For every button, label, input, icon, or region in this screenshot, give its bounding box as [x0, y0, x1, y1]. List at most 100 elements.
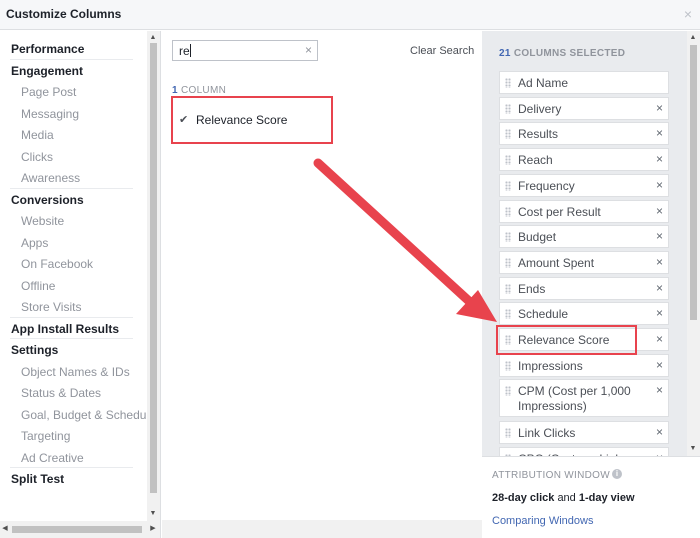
- sidebar-item-status-dates[interactable]: Status & Dates: [21, 386, 101, 400]
- remove-icon[interactable]: ×: [656, 281, 663, 295]
- selected-column-label: Reach: [518, 153, 553, 168]
- selected-vertical-scrollbar[interactable]: ▲ ▼: [687, 31, 700, 456]
- selected-column-cpc-cost-per-link-click[interactable]: CPC (Cost per Link Click)×: [499, 446, 669, 456]
- remove-icon[interactable]: ×: [656, 126, 663, 140]
- sidebar-category-app-install-results[interactable]: App Install Results: [11, 322, 119, 336]
- selected-count-number: 21: [499, 48, 511, 59]
- sidebar-divider: [10, 338, 133, 339]
- sidebar-category-performance[interactable]: Performance: [11, 42, 84, 56]
- drag-handle-icon[interactable]: [505, 206, 511, 217]
- sidebar-item-website[interactable]: Website: [21, 214, 64, 228]
- selected-column-impressions[interactable]: Impressions ×: [499, 353, 669, 377]
- drag-handle-icon[interactable]: [505, 180, 511, 191]
- sidebar-divider: [10, 467, 133, 468]
- scroll-up-arrow[interactable]: ▲: [688, 34, 698, 42]
- selected-column-ends[interactable]: Ends ×: [499, 276, 669, 300]
- sidebar-item-messaging[interactable]: Messaging: [21, 107, 79, 121]
- sidebar-item-media[interactable]: Media: [21, 128, 54, 142]
- sidebar-category-settings[interactable]: Settings: [11, 343, 58, 357]
- info-icon[interactable]: i: [612, 469, 622, 479]
- sidebar-category-split-test[interactable]: Split Test: [11, 472, 64, 486]
- sidebar-vertical-scrollbar[interactable]: ▲ ▼: [147, 31, 160, 521]
- sidebar-item-store-visits[interactable]: Store Visits: [21, 300, 81, 314]
- search-input[interactable]: re ×: [172, 40, 318, 61]
- scroll-right-arrow[interactable]: ▶: [148, 525, 158, 533]
- selected-column-delivery[interactable]: Delivery ×: [499, 96, 669, 120]
- remove-icon[interactable]: ×: [656, 101, 663, 115]
- drag-handle-icon[interactable]: [505, 129, 511, 140]
- comparing-windows-link[interactable]: Comparing Windows: [492, 515, 593, 527]
- selected-column-label: Link Clicks: [518, 425, 576, 440]
- sidebar-horizontal-scrollbar[interactable]: ◀ ▶: [0, 521, 160, 538]
- sidebar-item-object-names-ids[interactable]: Object Names & IDs: [21, 365, 130, 379]
- highlight-box: [496, 325, 637, 355]
- selected-column-label: Cost per Result: [518, 204, 601, 219]
- selected-column-cpm-cost-per-1-000-impressions[interactable]: CPM (Cost per 1,000 Impressions) ×: [499, 379, 669, 418]
- drag-handle-icon[interactable]: [505, 257, 511, 268]
- sidebar-item-page-post[interactable]: Page Post: [21, 85, 76, 99]
- remove-icon[interactable]: ×: [656, 358, 663, 372]
- selected-column-link-clicks[interactable]: Link Clicks ×: [499, 420, 669, 444]
- selected-column-label: Schedule: [518, 307, 569, 322]
- scroll-down-arrow[interactable]: ▼: [148, 510, 158, 518]
- selected-column-budget[interactable]: Budget ×: [499, 225, 669, 249]
- selected-column-results[interactable]: Results ×: [499, 122, 669, 146]
- drag-handle-icon[interactable]: [505, 427, 511, 438]
- search-value: re: [179, 44, 190, 58]
- sidebar-item-on-facebook[interactable]: On Facebook: [21, 257, 93, 271]
- selected-columns-panel: 21 COLUMNS SELECTED Ad Name Delivery × Resu…: [482, 31, 700, 538]
- sidebar-item-goal-budget-schedule[interactable]: Goal, Budget & Schedule: [21, 408, 147, 422]
- remove-icon[interactable]: ×: [656, 152, 663, 166]
- result-count-number: 1: [172, 85, 178, 96]
- category-list: Performance Engagement Page Post Messaging M…: [0, 31, 147, 521]
- selected-column-frequency[interactable]: Frequency ×: [499, 173, 669, 197]
- scroll-down-arrow[interactable]: ▼: [688, 445, 698, 453]
- remove-icon[interactable]: ×: [656, 306, 663, 320]
- sidebar-item-clicks[interactable]: Clicks: [21, 150, 53, 164]
- sidebar-item-ad-creative[interactable]: Ad Creative: [21, 451, 84, 465]
- drag-handle-icon[interactable]: [505, 360, 511, 371]
- selected-column-reach[interactable]: Reach ×: [499, 148, 669, 172]
- scroll-thumb[interactable]: [12, 526, 142, 533]
- selected-column-label: Ends: [518, 281, 546, 296]
- sidebar-item-apps[interactable]: Apps: [21, 236, 48, 250]
- sidebar-category-conversions[interactable]: Conversions: [11, 193, 84, 207]
- drag-handle-icon[interactable]: [505, 283, 511, 294]
- clear-search-link[interactable]: Clear Search: [410, 45, 474, 57]
- remove-icon[interactable]: ×: [656, 178, 663, 192]
- remove-icon[interactable]: ×: [656, 425, 663, 439]
- selected-column-ad-name[interactable]: Ad Name: [499, 71, 669, 94]
- selected-column-cost-per-result[interactable]: Cost per Result ×: [499, 199, 669, 223]
- result-count-label: COLUMN: [180, 85, 227, 96]
- selected-column-schedule[interactable]: Schedule ×: [499, 302, 669, 326]
- selected-column-amount-spent[interactable]: Amount Spent ×: [499, 250, 669, 274]
- sidebar-divider: [10, 187, 133, 189]
- remove-icon[interactable]: ×: [656, 383, 663, 397]
- remove-icon[interactable]: ×: [656, 332, 663, 346]
- sidebar-item-targeting[interactable]: Targeting: [21, 429, 70, 443]
- click-window: 28-day click: [492, 492, 555, 504]
- remove-icon[interactable]: ×: [656, 255, 663, 269]
- selected-count-label: COLUMNS SELECTED: [513, 48, 626, 59]
- selected-columns-list: Ad Name Delivery × Results × Reach × Frequency ×…: [499, 71, 669, 456]
- drag-handle-icon[interactable]: [505, 386, 511, 397]
- joiner-text: and: [557, 492, 576, 504]
- scroll-thumb[interactable]: [150, 43, 157, 493]
- scroll-left-arrow[interactable]: ◀: [0, 525, 10, 533]
- scroll-up-arrow[interactable]: ▲: [148, 34, 158, 42]
- sidebar-item-offline[interactable]: Offline: [21, 279, 55, 293]
- drag-handle-icon[interactable]: [505, 309, 511, 320]
- scroll-thumb[interactable]: [690, 45, 697, 320]
- attribution-heading: ATTRIBUTION WINDOW: [492, 470, 610, 481]
- drag-handle-icon[interactable]: [505, 232, 511, 243]
- drag-handle-icon[interactable]: [505, 78, 511, 88]
- close-icon[interactable]: ×: [684, 6, 692, 22]
- clear-input-icon[interactable]: ×: [305, 43, 312, 57]
- sidebar-divider: [10, 58, 133, 60]
- drag-handle-icon[interactable]: [505, 103, 511, 114]
- sidebar-category-engagement[interactable]: Engagement: [11, 64, 83, 78]
- remove-icon[interactable]: ×: [656, 229, 663, 243]
- remove-icon[interactable]: ×: [656, 204, 663, 218]
- sidebar-item-awareness[interactable]: Awareness: [21, 171, 80, 185]
- drag-handle-icon[interactable]: [505, 155, 511, 166]
